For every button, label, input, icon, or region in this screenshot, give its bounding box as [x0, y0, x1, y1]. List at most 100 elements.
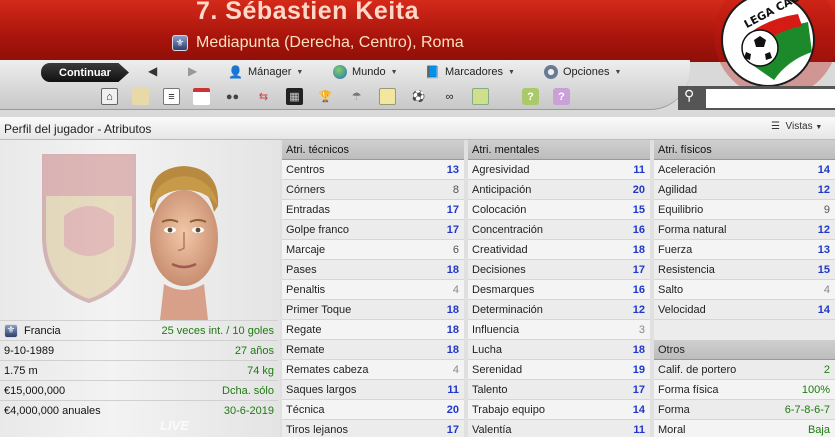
attribute-value: 4: [452, 283, 459, 296]
attribute-row[interactable]: Técnica 20: [282, 400, 464, 420]
transfer-icon[interactable]: ⇆: [255, 88, 272, 105]
nationality-label: Francia: [24, 324, 61, 337]
attribute-value: 3: [638, 323, 645, 336]
attribute-row[interactable]: Entradas 17: [282, 200, 464, 220]
other-value: 100%: [801, 383, 830, 396]
calendar-icon[interactable]: [193, 88, 210, 105]
views-button[interactable]: ☰ Vistas ▼: [771, 121, 822, 132]
tactics-board-icon[interactable]: ▦: [286, 88, 303, 105]
other-row[interactable]: Moral Baja: [654, 420, 835, 437]
attribute-row[interactable]: Remate 18: [282, 340, 464, 360]
people-icon[interactable]: ●●: [224, 88, 241, 105]
forward-arrow-icon[interactable]: ▶: [188, 64, 197, 78]
attribute-row[interactable]: Aceleración 14: [654, 160, 835, 180]
help-icon[interactable]: ?: [522, 88, 539, 105]
attribute-row[interactable]: Determinación 12: [468, 300, 650, 320]
attribute-row[interactable]: Agilidad 12: [654, 180, 835, 200]
attribute-value: 17: [446, 203, 459, 216]
attribute-value: 14: [817, 163, 830, 176]
attribute-row[interactable]: Centros 13: [282, 160, 464, 180]
options-label: Opciones: [563, 66, 610, 78]
clipboard-icon[interactable]: [379, 88, 396, 105]
attribute-row[interactable]: Marcaje 6: [282, 240, 464, 260]
physical-attributes-panel: Atri. físicos Aceleración 14 Agilidad 12 Equ…: [654, 140, 835, 437]
attribute-name: Anticipación: [472, 183, 532, 196]
attribute-row[interactable]: Pases 18: [282, 260, 464, 280]
bread-icon[interactable]: [132, 88, 149, 105]
attribute-value: 16: [632, 223, 645, 236]
world-menu[interactable]: Mundo ▼: [333, 63, 398, 81]
attribute-row[interactable]: Serenidad 19: [468, 360, 650, 380]
attribute-row[interactable]: Valentía 11: [468, 420, 650, 437]
attribute-row[interactable]: Forma natural 12: [654, 220, 835, 240]
attribute-row[interactable]: Córners 8: [282, 180, 464, 200]
attribute-row[interactable]: Concentración 16: [468, 220, 650, 240]
attribute-row[interactable]: Regate 18: [282, 320, 464, 340]
notebook-icon[interactable]: ≡: [163, 88, 180, 105]
attribute-row[interactable]: Saques largos 11: [282, 380, 464, 400]
attribute-row[interactable]: Tiros lejanos 17: [282, 420, 464, 437]
attribute-row[interactable]: Primer Toque 18: [282, 300, 464, 320]
club-badge-icon[interactable]: ⚜: [172, 35, 188, 51]
attribute-value: 17: [446, 423, 459, 436]
attribute-row[interactable]: Lucha 18: [468, 340, 650, 360]
attribute-row[interactable]: Golpe franco 17: [282, 220, 464, 240]
attribute-row[interactable]: Salto 4: [654, 280, 835, 300]
bookmark-icon: 📘: [425, 65, 440, 79]
attribute-name: Remates cabeza: [286, 363, 369, 376]
continue-button[interactable]: Continuar: [41, 63, 129, 82]
options-menu[interactable]: Opciones ▼: [544, 63, 621, 81]
views-label: Vistas: [785, 121, 813, 132]
search-icon[interactable]: ⚲: [684, 87, 694, 104]
other-row[interactable]: Forma 6-7-8-6-7: [654, 400, 835, 420]
position-club[interactable]: Mediapunta (Derecha, Centro), Roma: [196, 34, 464, 52]
bookmarks-menu[interactable]: 📘 Marcadores ▼: [425, 63, 515, 81]
attribute-row[interactable]: Anticipación 20: [468, 180, 650, 200]
back-arrow-icon[interactable]: ◀: [148, 64, 157, 78]
ball-boot-icon[interactable]: ⚽: [410, 88, 427, 105]
attribute-value: 8: [452, 183, 459, 196]
attribute-name: Pases: [286, 263, 317, 276]
attribute-row[interactable]: Remates cabeza 4: [282, 360, 464, 380]
attribute-value: 18: [632, 343, 645, 356]
attribute-name: Desmarques: [472, 283, 535, 296]
question-icon[interactable]: ?: [553, 88, 570, 105]
attribute-value: 18: [446, 343, 459, 356]
search-input[interactable]: [706, 89, 835, 108]
attribute-row[interactable]: Desmarques 16: [468, 280, 650, 300]
preferred-foot: Dcha. sólo: [222, 384, 274, 397]
attribute-name: Creatividad: [472, 243, 528, 256]
bookmarks-label: Marcadores: [444, 66, 504, 78]
manager-icon: 👤: [228, 65, 243, 79]
other-row[interactable]: Forma física 100%: [654, 380, 835, 400]
scout-icon[interactable]: ☂: [348, 88, 365, 105]
weight: 74 kg: [247, 364, 274, 377]
trophy-icon[interactable]: 🏆: [317, 88, 334, 105]
attribute-value: 4: [823, 283, 830, 296]
binoculars-icon[interactable]: ∞: [441, 88, 458, 105]
attribute-row[interactable]: Resistencia 15: [654, 260, 835, 280]
attribute-row[interactable]: Velocidad 14: [654, 300, 835, 320]
attribute-row[interactable]: Equilibrio 9: [654, 200, 835, 220]
attribute-row[interactable]: Decisiones 17: [468, 260, 650, 280]
money-icon[interactable]: [472, 88, 489, 105]
other-row[interactable]: Calif. de portero 2: [654, 360, 835, 380]
attribute-value: 20: [446, 403, 459, 416]
attribute-row[interactable]: Colocación 15: [468, 200, 650, 220]
attribute-row[interactable]: Talento 17: [468, 380, 650, 400]
attribute-row[interactable]: Influencia 3: [468, 320, 650, 340]
attribute-row[interactable]: Trabajo equipo 14: [468, 400, 650, 420]
nationality-row[interactable]: ⚜ Francia 25 veces int. / 10 goles: [0, 320, 278, 340]
attribute-name: Trabajo equipo: [472, 403, 545, 416]
birthdate: 9-10-1989: [4, 344, 55, 357]
attribute-row[interactable]: Creatividad 18: [468, 240, 650, 260]
wage-contract-row: €4,000,000 anuales 30-6-2019: [0, 400, 278, 420]
attribute-name: Fuerza: [658, 243, 693, 256]
manager-menu[interactable]: 👤 Mánager ▼: [228, 63, 303, 81]
attribute-value: 14: [817, 303, 830, 316]
attribute-row[interactable]: Fuerza 13: [654, 240, 835, 260]
wage: €4,000,000 anuales: [4, 404, 101, 417]
home-icon[interactable]: ⌂: [101, 88, 118, 105]
attribute-row[interactable]: Penaltis 4: [282, 280, 464, 300]
attribute-row[interactable]: Agresividad 11: [468, 160, 650, 180]
